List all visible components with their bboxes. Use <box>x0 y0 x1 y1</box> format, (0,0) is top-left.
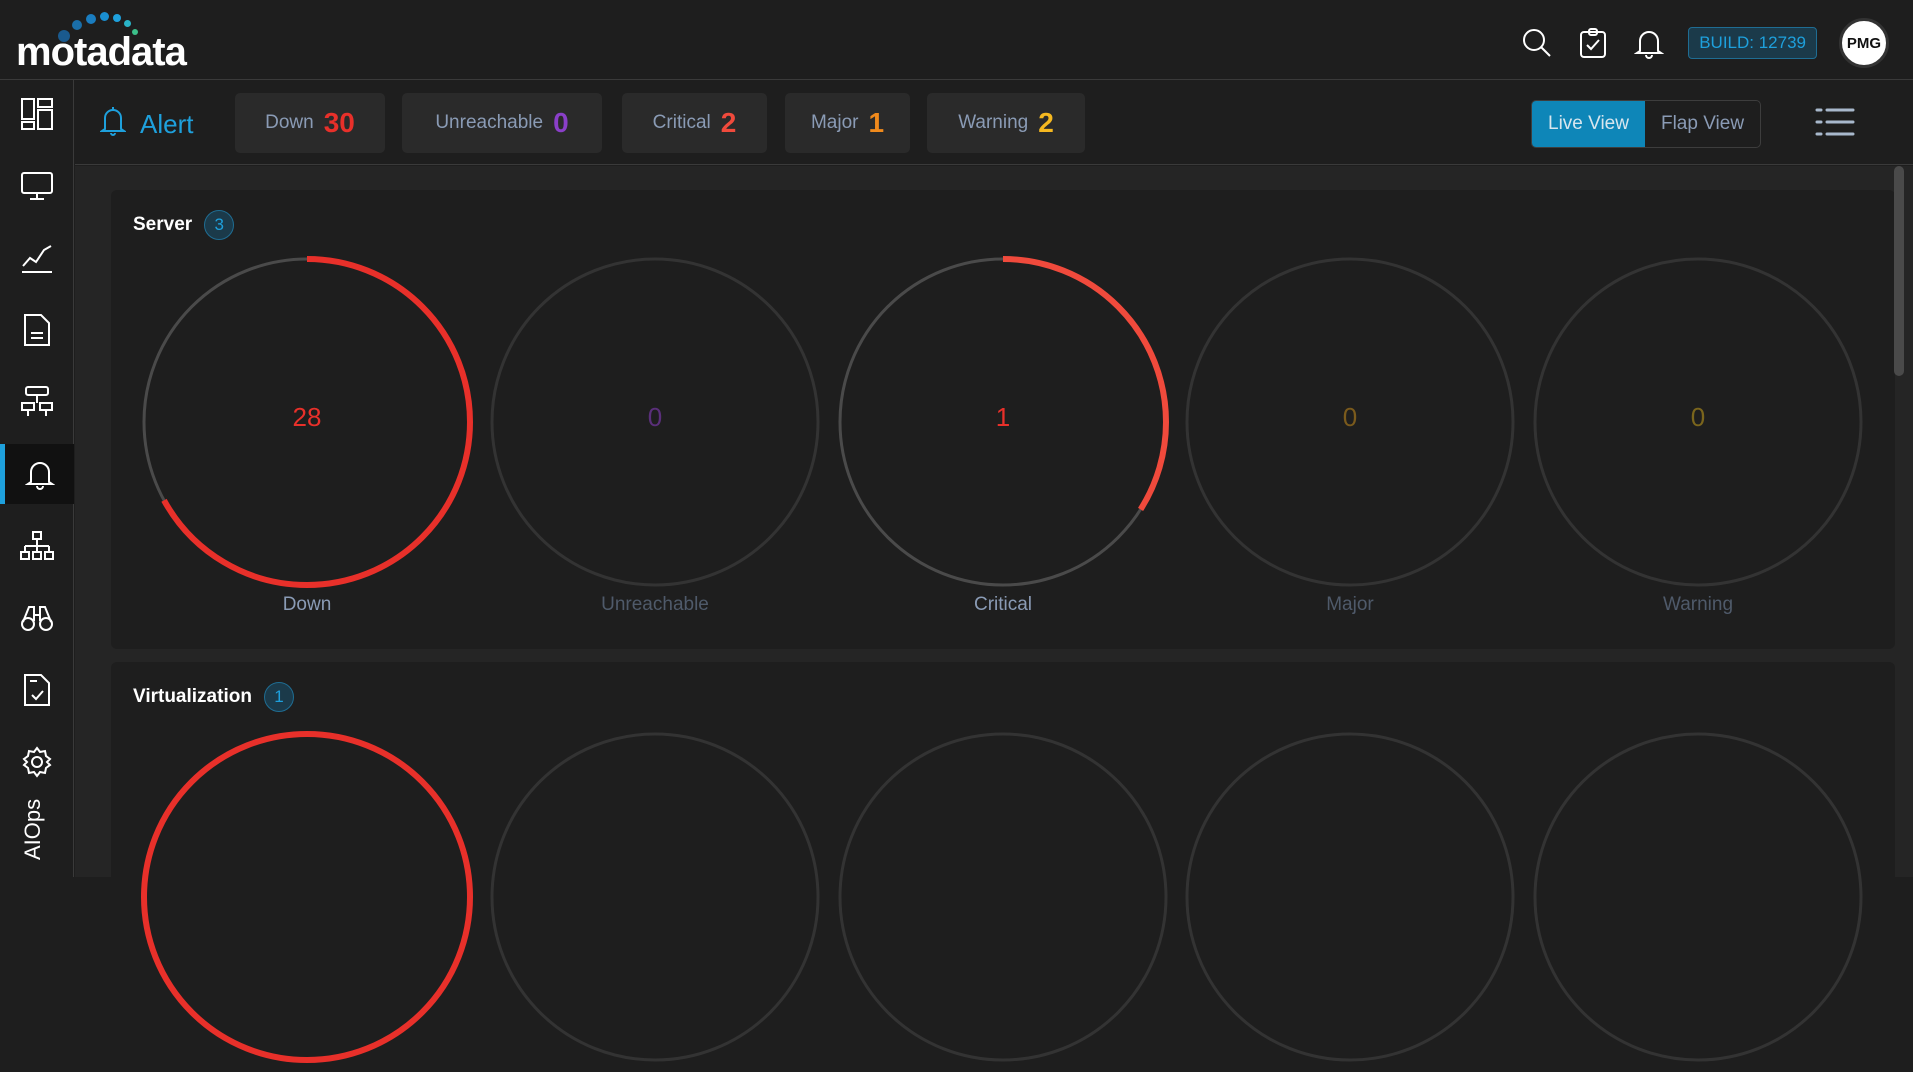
alert-header: Alert Down 30 Unreachable 0 Critical 2 Majo… <box>75 81 1913 165</box>
gauge-value: 28 <box>292 402 322 432</box>
chip-label: Unreachable <box>435 112 544 133</box>
sidebar-monitor-icon[interactable] <box>0 156 74 216</box>
chip-count: 1 <box>868 107 885 138</box>
notification-bell-icon[interactable] <box>1632 26 1666 60</box>
gauge-down[interactable]: 28 <box>137 252 477 592</box>
clipboard-check-icon[interactable] <box>1576 26 1610 60</box>
gauge-down[interactable] <box>137 727 477 1067</box>
summary-chip-critical[interactable]: Critical 2 <box>622 93 767 153</box>
gauge-ring <box>1185 732 1515 1062</box>
gauge-label: Unreachable <box>601 594 709 615</box>
sidebar-metrics-chart-icon[interactable] <box>0 228 74 288</box>
group-title: Server <box>133 214 193 235</box>
group-count-badge: 3 <box>204 210 235 240</box>
scrollbar[interactable] <box>1894 166 1904 376</box>
view-toggle: Live View Flap View <box>1531 100 1762 148</box>
sidebar-dashboard-icon[interactable] <box>0 84 74 144</box>
top-bar: motadata BUILD: 12739 PMG <box>0 0 1913 80</box>
gauge-value: 1 <box>995 402 1011 432</box>
gauge-label: Down <box>282 594 332 615</box>
group-card-server: Server 3 28 Down 0 Unreachable 1 Critical 0 Majo… <box>111 190 1895 649</box>
gauge-unreachable[interactable]: 0 <box>485 252 825 592</box>
sidebar-binoculars-icon[interactable] <box>0 588 74 648</box>
gauge-critical[interactable] <box>833 727 1173 1067</box>
flap-view-button[interactable]: Flap View <box>1645 101 1760 147</box>
gauge-critical[interactable]: 1 <box>833 252 1173 592</box>
group-title: Virtualization <box>133 686 252 707</box>
sidebar-topology-icon[interactable] <box>0 372 74 432</box>
chip-label: Critical <box>652 112 711 133</box>
summary-chip-unreachable[interactable]: Unreachable 0 <box>402 93 602 153</box>
gauge-label: Major <box>1326 594 1374 615</box>
sidebar-audit-checklist-icon[interactable] <box>0 660 74 720</box>
gauge-track <box>490 732 820 1062</box>
gauge-value: 0 <box>1342 402 1358 432</box>
gauge-ring <box>838 732 1168 1062</box>
build-badge: BUILD: 12739 <box>1688 27 1817 59</box>
chip-count: 2 <box>1038 107 1054 138</box>
alert-bell-icon <box>98 105 128 144</box>
gauge-arc <box>141 731 473 1063</box>
chip-label: Warning <box>958 112 1029 133</box>
sidebar: AIOps <box>0 80 74 877</box>
chip-count: 0 <box>553 107 569 138</box>
sidebar-alert-bell-icon[interactable] <box>0 444 74 504</box>
avatar[interactable]: PMG <box>1839 18 1889 68</box>
summary-chip-major[interactable]: Major 1 <box>785 93 910 153</box>
chip-label: Down <box>265 112 314 133</box>
summary-chip-down[interactable]: Down 30 <box>235 93 385 153</box>
gauge-warning[interactable] <box>1528 727 1868 1067</box>
live-view-button[interactable]: Live View <box>1532 101 1645 147</box>
gauge-track <box>838 732 1168 1062</box>
gauge-ring <box>141 731 473 1063</box>
gauge-value: 0 <box>647 402 663 432</box>
gauge-major[interactable]: 0 <box>1180 252 1520 592</box>
gauge-ring <box>490 732 820 1062</box>
gauge-value: 0 <box>1690 402 1706 432</box>
gauge-unreachable[interactable] <box>485 727 825 1067</box>
gauge-major[interactable] <box>1180 727 1520 1067</box>
sidebar-settings-gear-icon[interactable] <box>0 732 74 792</box>
list-menu-icon[interactable] <box>1815 107 1855 142</box>
motadata-logo[interactable]: motadata <box>16 8 216 74</box>
alert-content: Server 3 28 Down 0 Unreachable 1 Critical 0 Majo… <box>75 166 1913 1063</box>
gauge-track <box>1533 732 1863 1062</box>
page-title: Alert <box>140 109 194 139</box>
gauge-label: Critical <box>973 594 1033 615</box>
chip-label: Major <box>810 112 859 133</box>
sidebar-report-icon[interactable] <box>0 300 74 360</box>
gauge-label: Warning <box>1662 594 1734 615</box>
chip-count: 2 <box>720 107 737 138</box>
sidebar-aiops-label[interactable]: AIOps <box>20 799 46 860</box>
chip-count: 30 <box>323 107 355 138</box>
gauge-warning[interactable]: 0 <box>1528 252 1868 592</box>
sidebar-network-hierarchy-icon[interactable] <box>0 516 74 576</box>
group-count-badge: 1 <box>263 682 294 712</box>
search-icon[interactable] <box>1520 26 1554 60</box>
gauge-ring <box>1533 732 1863 1062</box>
gauge-track <box>1185 732 1515 1062</box>
group-card-virtualization: Virtualization 1 <box>111 662 1895 1063</box>
summary-chip-warning[interactable]: Warning 2 <box>927 93 1085 153</box>
